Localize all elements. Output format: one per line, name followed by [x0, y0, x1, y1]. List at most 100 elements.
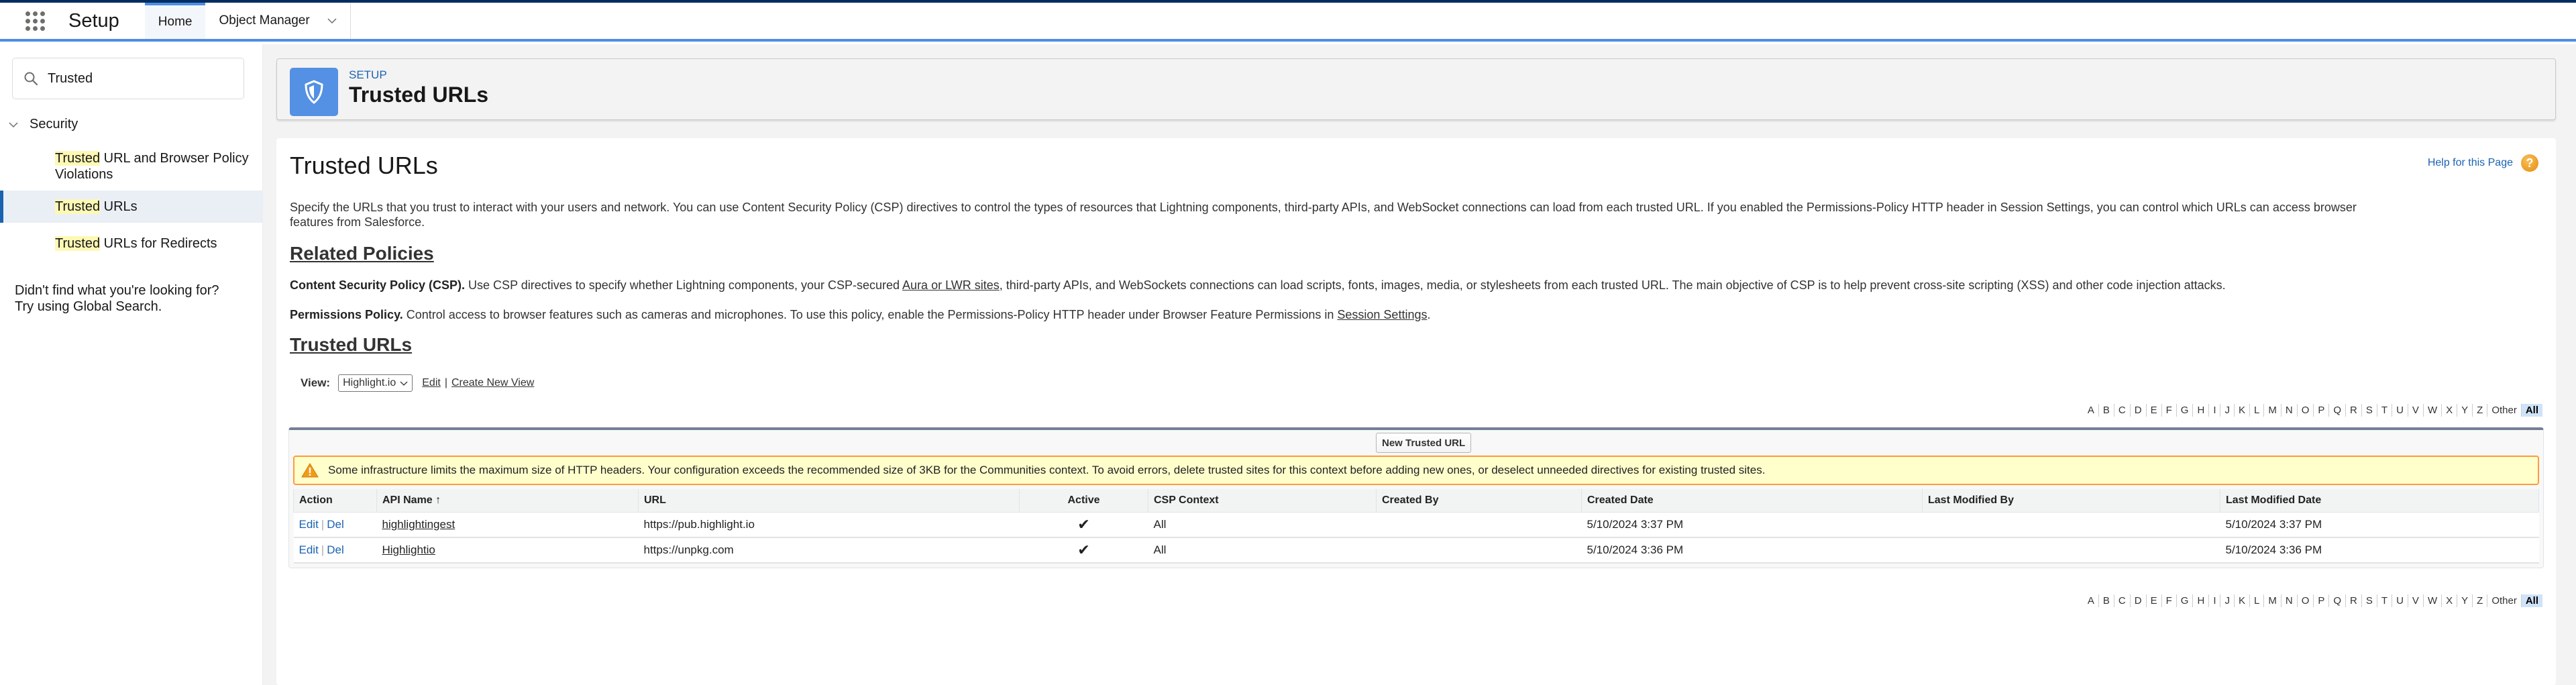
alpha-filter-all[interactable]: All: [2520, 594, 2542, 607]
alpha-filter-q[interactable]: Q: [2328, 594, 2345, 607]
alpha-filter-n[interactable]: N: [2280, 404, 2297, 417]
col-created-date[interactable]: Created Date: [1581, 489, 1923, 513]
alpha-filter-u[interactable]: U: [2392, 404, 2408, 417]
alpha-filter-y[interactable]: Y: [2457, 594, 2472, 607]
alpha-filter-m[interactable]: M: [2263, 404, 2281, 417]
col-last-modified-by[interactable]: Last Modified By: [1922, 489, 2220, 513]
session-settings-link[interactable]: Session Settings: [1337, 308, 1427, 321]
alpha-filter-j[interactable]: J: [2220, 594, 2234, 607]
alpha-filter-c[interactable]: C: [2113, 594, 2130, 607]
csp-policy-text: Content Security Policy (CSP). Use CSP d…: [290, 278, 2226, 293]
alpha-filter-d[interactable]: D: [2129, 404, 2146, 417]
col-api-name[interactable]: API Name ↑: [376, 489, 639, 513]
alpha-filter-e[interactable]: E: [2145, 404, 2161, 417]
alpha-filter-o[interactable]: O: [2296, 594, 2314, 607]
alpha-filter-q[interactable]: Q: [2328, 404, 2345, 417]
alpha-filter-i[interactable]: I: [2208, 404, 2220, 417]
alpha-filter-e[interactable]: E: [2145, 594, 2161, 607]
alpha-filter-t[interactable]: T: [2376, 404, 2392, 417]
alpha-filter-v[interactable]: V: [2407, 594, 2423, 607]
sidebar-item-label: URL and Browser Policy: [100, 151, 249, 166]
alpha-filter-w[interactable]: W: [2422, 594, 2441, 607]
alpha-filter-other[interactable]: Other: [2487, 594, 2521, 607]
alpha-filter-b[interactable]: B: [2098, 404, 2114, 417]
quick-find-input[interactable]: [48, 70, 235, 87]
alpha-filter-all[interactable]: All: [2520, 404, 2542, 417]
alpha-filter-h[interactable]: H: [2192, 404, 2208, 417]
del-link[interactable]: Del: [327, 518, 344, 531]
del-link[interactable]: Del: [327, 543, 344, 556]
alpha-filter-r[interactable]: R: [2345, 404, 2361, 417]
col-last-modified-date[interactable]: Last Modified Date: [2220, 489, 2539, 513]
new-trusted-url-button[interactable]: New Trusted URL: [1376, 433, 1472, 453]
alpha-filter-m[interactable]: M: [2263, 594, 2281, 607]
alpha-filter-r[interactable]: R: [2345, 594, 2361, 607]
app-launcher-button[interactable]: [0, 3, 70, 39]
alpha-filter-b[interactable]: B: [2098, 594, 2114, 607]
main-area: SETUP Trusted URLs Trusted URLs Help for…: [263, 44, 2576, 685]
edit-link[interactable]: Edit: [299, 543, 319, 556]
sidebar-item-trusted-url-browser-policy-violations[interactable]: Trusted URL and Browser Policy Violation…: [0, 150, 263, 182]
sidebar-item-trusted-urls[interactable]: Trusted URLs: [0, 191, 263, 223]
alpha-filter-p[interactable]: P: [2313, 594, 2328, 607]
alpha-filter-other[interactable]: Other: [2487, 404, 2521, 417]
alpha-filter-g[interactable]: G: [2176, 404, 2193, 417]
alpha-filter-k[interactable]: K: [2233, 594, 2249, 607]
alpha-filter-j[interactable]: J: [2220, 404, 2234, 417]
tab-home[interactable]: Home: [144, 3, 206, 39]
alpha-filter-s[interactable]: S: [2361, 404, 2377, 417]
alpha-filter-z[interactable]: Z: [2472, 404, 2487, 417]
alpha-filter-w[interactable]: W: [2422, 404, 2441, 417]
alpha-filter-p[interactable]: P: [2313, 404, 2328, 417]
alpha-filter-i[interactable]: I: [2208, 594, 2220, 607]
trusted-urls-table: Action API Name ↑ URL Active CSP Context…: [293, 489, 2539, 564]
alpha-filter-h[interactable]: H: [2192, 594, 2208, 607]
app-launcher-icon: [25, 11, 45, 31]
alpha-filter-y[interactable]: Y: [2457, 404, 2472, 417]
col-url[interactable]: URL: [638, 489, 1020, 513]
intro-line-1: Specify the URLs that you trust to inter…: [290, 201, 2357, 214]
col-csp-context[interactable]: CSP Context: [1148, 489, 1377, 513]
alpha-filter-v[interactable]: V: [2407, 404, 2423, 417]
tree-section-security[interactable]: Security: [8, 117, 78, 132]
alpha-filter-c[interactable]: C: [2113, 404, 2130, 417]
alpha-filter-o[interactable]: O: [2296, 404, 2314, 417]
alpha-filter-u[interactable]: U: [2392, 594, 2408, 607]
created-date-cell: 5/10/2024 3:37 PM: [1581, 512, 1923, 538]
alpha-filter-a[interactable]: A: [2084, 404, 2098, 417]
col-active[interactable]: Active: [1019, 489, 1148, 513]
alpha-filter-x[interactable]: X: [2441, 404, 2457, 417]
chevron-down-icon[interactable]: [327, 16, 337, 25]
alpha-filter-k[interactable]: K: [2233, 404, 2249, 417]
alpha-filter-d[interactable]: D: [2129, 594, 2146, 607]
api-name-link[interactable]: highlightingest: [382, 518, 455, 531]
alpha-filter-a[interactable]: A: [2084, 594, 2098, 607]
alpha-filter-f[interactable]: F: [2161, 404, 2176, 417]
create-new-view-link[interactable]: Create New View: [451, 377, 534, 389]
view-select[interactable]: Highlight.io: [338, 374, 413, 392]
quick-find-box[interactable]: [12, 58, 244, 99]
tab-home-label: Home: [158, 15, 193, 29]
alpha-filter-l[interactable]: L: [2249, 594, 2263, 607]
page-header-eyebrow: SETUP: [349, 68, 387, 81]
col-created-by[interactable]: Created By: [1376, 489, 1582, 513]
api-name-link[interactable]: Highlightio: [382, 543, 435, 556]
trusted-urls-heading: Trusted URLs: [290, 334, 413, 355]
aura-lwr-sites-link[interactable]: Aura or LWR sites: [902, 278, 1000, 292]
alpha-filter-z[interactable]: Z: [2472, 594, 2487, 607]
alpha-filter-l[interactable]: L: [2249, 404, 2263, 417]
help-link[interactable]: Help for this Page ?: [2428, 154, 2538, 172]
edit-view-link[interactable]: Edit: [422, 377, 441, 389]
search-highlight: Trusted: [55, 199, 101, 214]
shield-icon: [305, 80, 323, 104]
edit-link[interactable]: Edit: [299, 518, 319, 531]
tab-object-manager[interactable]: Object Manager: [205, 3, 350, 39]
alpha-filter-x[interactable]: X: [2441, 594, 2457, 607]
alpha-filter-t[interactable]: T: [2376, 594, 2392, 607]
alpha-filter-n[interactable]: N: [2280, 594, 2297, 607]
sidebar-item-trusted-urls-for-redirects[interactable]: Trusted URLs for Redirects: [0, 235, 263, 252]
content-panel: Trusted URLs Help for this Page ? Specif…: [276, 138, 2556, 685]
alpha-filter-s[interactable]: S: [2361, 594, 2377, 607]
alpha-filter-g[interactable]: G: [2176, 594, 2193, 607]
alpha-filter-f[interactable]: F: [2161, 594, 2176, 607]
